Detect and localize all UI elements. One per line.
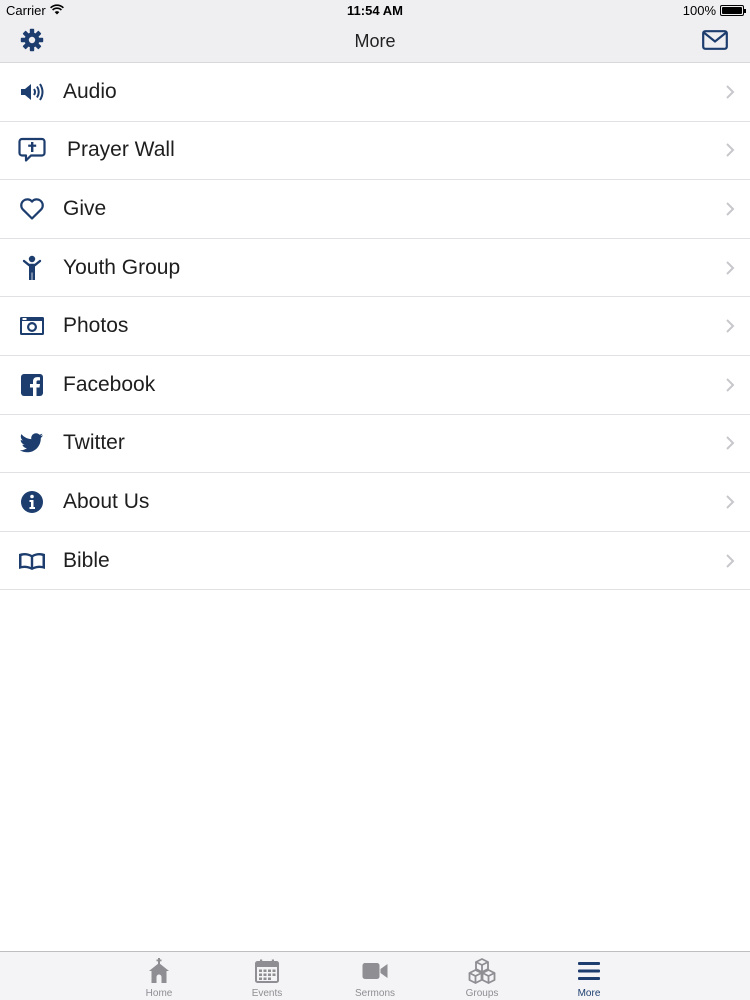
menu-item-label: About Us <box>63 489 150 513</box>
menu-item-twitter[interactable]: Twitter <box>0 415 750 474</box>
menu-item-label: Photos <box>63 314 129 338</box>
video-camera-icon <box>361 957 389 985</box>
chevron-right-icon <box>724 83 736 101</box>
tab-more[interactable]: More <box>544 952 634 1000</box>
menu-item-prayer-wall[interactable]: Prayer Wall <box>0 122 750 181</box>
status-bar: Carrier 11:54 AM 100% <box>0 0 750 20</box>
tab-label: Home <box>145 988 173 999</box>
menu-item-label: Prayer Wall <box>67 138 175 162</box>
menu-item-give[interactable]: Give <box>0 180 750 239</box>
tab-groups[interactable]: Groups <box>437 952 527 1000</box>
menu-item-label: Bible <box>63 548 110 572</box>
tab-label: Sermons <box>354 988 395 999</box>
tab-home[interactable]: Home <box>114 952 204 1000</box>
menu-item-label: Audio <box>63 79 117 103</box>
menu-item-facebook[interactable]: Facebook <box>0 356 750 415</box>
chevron-right-icon <box>724 493 736 511</box>
book-icon <box>18 547 46 575</box>
status-right: 100% <box>682 3 746 18</box>
battery-percent: 100% <box>682 3 716 18</box>
cubes-icon <box>468 957 496 985</box>
twitter-icon <box>18 429 46 457</box>
menu-item-label: Give <box>63 196 107 220</box>
camera-icon <box>18 312 46 340</box>
menu-item-audio[interactable]: Audio <box>0 63 750 122</box>
menu-item-youth-group[interactable]: Youth Group <box>0 239 750 298</box>
chevron-right-icon <box>724 317 736 335</box>
envelope-icon <box>702 29 728 55</box>
menu-item-label: Twitter <box>63 431 125 455</box>
page-title: More <box>354 31 396 51</box>
battery-icon <box>720 5 746 16</box>
menu-icon <box>575 957 603 985</box>
menu-item-about-us[interactable]: About Us <box>0 473 750 532</box>
tab-events[interactable]: Events <box>222 952 312 1000</box>
speaker-icon <box>18 78 46 106</box>
speech-cross-icon <box>18 136 46 164</box>
tab-label: Groups <box>465 988 499 999</box>
chevron-right-icon <box>724 259 736 277</box>
chevron-right-icon <box>724 376 736 394</box>
church-icon <box>145 957 173 985</box>
tab-sermons[interactable]: Sermons <box>330 952 420 1000</box>
menu-item-label: Youth Group <box>63 255 181 279</box>
chevron-right-icon <box>724 200 736 218</box>
facebook-icon <box>18 371 46 399</box>
chevron-right-icon <box>724 552 736 570</box>
calendar-icon <box>253 957 281 985</box>
menu-item-bible[interactable]: Bible <box>0 532 750 591</box>
person-icon <box>18 254 46 282</box>
menu-item-photos[interactable]: Photos <box>0 297 750 356</box>
heart-icon <box>18 195 46 223</box>
navigation-bar: More <box>0 20 750 63</box>
info-icon <box>18 488 46 516</box>
status-time: 11:54 AM <box>347 3 403 18</box>
message-button[interactable] <box>700 28 730 56</box>
menu-list: Audio Prayer Wall Give Youth Group Photo… <box>0 63 750 591</box>
tab-bar: Home Events Sermons Groups More <box>0 951 750 1000</box>
tab-label: More <box>577 988 601 999</box>
menu-item-label: Facebook <box>63 372 156 396</box>
chevron-right-icon <box>724 434 736 452</box>
chevron-right-icon <box>724 141 736 159</box>
tab-label: Events <box>251 988 283 999</box>
